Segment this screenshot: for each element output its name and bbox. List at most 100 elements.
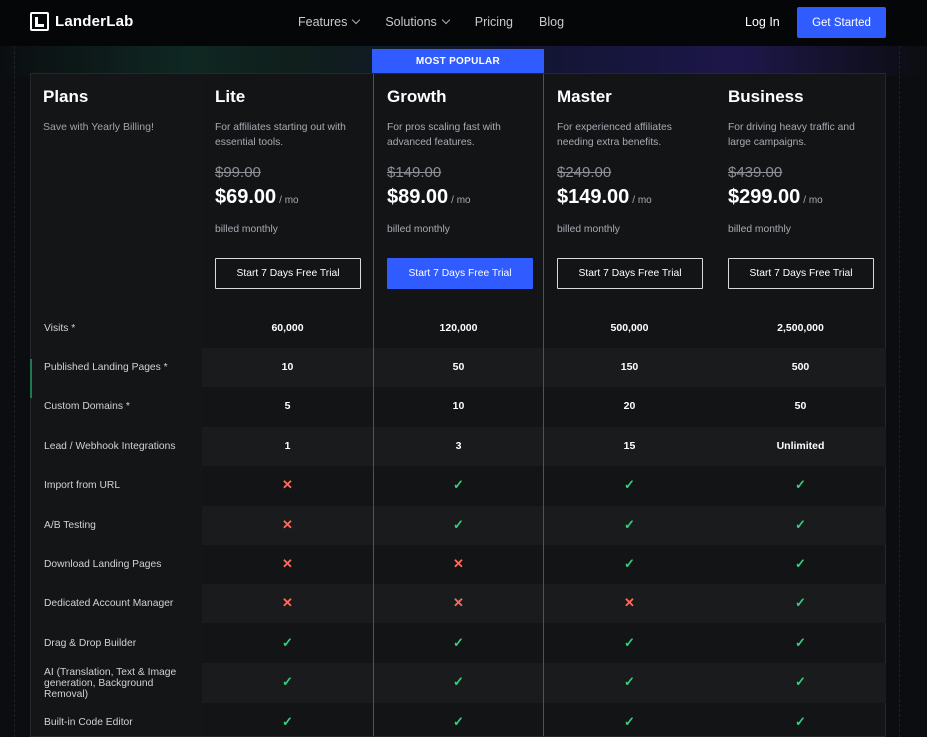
top-nav: LanderLab Features Solutions Pricing Blo… bbox=[0, 0, 927, 46]
check-icon: ✓ bbox=[795, 477, 806, 492]
feature-label: Import from URL bbox=[44, 480, 121, 491]
plan-name: Lite bbox=[215, 87, 246, 106]
plan-old-price: $149.00 bbox=[387, 164, 442, 181]
plan-billing-note: billed monthly bbox=[215, 224, 278, 235]
check-icon: ✓ bbox=[624, 714, 635, 729]
nav-pricing[interactable]: Pricing bbox=[475, 15, 513, 29]
login-link[interactable]: Log In bbox=[745, 15, 780, 29]
plan-price-period: / mo bbox=[803, 195, 823, 206]
feature-label: Lead / Webhook Integrations bbox=[44, 441, 176, 452]
check-icon: ✓ bbox=[453, 517, 464, 532]
start-trial-button[interactable]: Start 7 Days Free Trial bbox=[728, 258, 874, 289]
plan-price: $89.00/ mo bbox=[387, 186, 471, 209]
feature-value: 15 bbox=[623, 440, 636, 452]
nav-links: Features Solutions Pricing Blog bbox=[298, 15, 590, 29]
nav-blog-label: Blog bbox=[539, 15, 565, 29]
get-started-button[interactable]: Get Started bbox=[797, 7, 886, 38]
guide-line-left bbox=[14, 46, 15, 737]
nav-solutions[interactable]: Solutions bbox=[385, 15, 451, 29]
feature-value: Unlimited bbox=[776, 440, 825, 452]
nav-pricing-label: Pricing bbox=[474, 15, 513, 29]
plan-description: For experienced affiliates needing extra… bbox=[557, 122, 672, 148]
chevron-down-icon bbox=[441, 15, 451, 25]
plan-price-value: $299.00 bbox=[728, 186, 801, 208]
feature-value: 10 bbox=[281, 361, 294, 373]
plan-old-price: $249.00 bbox=[557, 164, 612, 181]
plans-subtitle: Save with Yearly Billing! bbox=[43, 121, 154, 133]
plan-description: For pros scaling fast with advanced feat… bbox=[387, 122, 501, 148]
feature-value: 60,000 bbox=[271, 322, 304, 334]
feature-label: Drag & Drop Builder bbox=[44, 638, 137, 649]
check-icon: ✓ bbox=[624, 556, 635, 571]
check-icon: ✓ bbox=[795, 635, 806, 650]
cross-icon: ✕ bbox=[282, 595, 293, 610]
plan-price-value: $69.00 bbox=[215, 186, 277, 208]
plan-billing-note: billed monthly bbox=[557, 224, 620, 235]
check-icon: ✓ bbox=[453, 635, 464, 650]
check-icon: ✓ bbox=[624, 635, 635, 650]
plan-name: Business bbox=[728, 87, 804, 106]
pricing-table: Plans Save with Yearly Billing! Lite For… bbox=[30, 73, 886, 737]
nav-solutions-label: Solutions bbox=[385, 15, 437, 29]
start-trial-button[interactable]: Start 7 Days Free Trial bbox=[215, 258, 361, 289]
nav-features[interactable]: Features bbox=[298, 15, 361, 29]
check-icon: ✓ bbox=[795, 517, 806, 532]
feature-value: 20 bbox=[623, 400, 636, 412]
plan-name: Master bbox=[557, 87, 612, 106]
plan-price: $69.00/ mo bbox=[215, 186, 299, 209]
plans-heading: Plans bbox=[43, 87, 89, 106]
check-icon: ✓ bbox=[795, 714, 806, 729]
check-icon: ✓ bbox=[795, 595, 806, 610]
plan-price-period: / mo bbox=[451, 195, 471, 206]
feature-value: 2,500,000 bbox=[777, 322, 824, 334]
logo-text: LanderLab bbox=[55, 13, 134, 30]
check-icon: ✓ bbox=[624, 477, 635, 492]
feature-value: 50 bbox=[794, 400, 807, 412]
plan-price-value: $149.00 bbox=[557, 186, 630, 208]
plan-billing-note: billed monthly bbox=[387, 224, 450, 235]
feature-label: Download Landing Pages bbox=[44, 559, 162, 570]
feature-value: 50 bbox=[452, 361, 465, 373]
check-icon: ✓ bbox=[795, 556, 806, 571]
feature-label: Built-in Code Editor bbox=[44, 717, 133, 728]
check-icon: ✓ bbox=[282, 674, 293, 689]
chevron-down-icon bbox=[352, 15, 361, 25]
feature-value: 3 bbox=[455, 440, 462, 452]
guide-line-right bbox=[899, 46, 900, 737]
plan-description: For driving heavy traffic and large camp… bbox=[728, 122, 855, 148]
cross-icon: ✕ bbox=[624, 595, 635, 610]
feature-label: A/B Testing bbox=[44, 520, 96, 531]
feature-label: Visits * bbox=[44, 323, 76, 334]
row-highlight-marker bbox=[30, 359, 32, 398]
plan-price-period: / mo bbox=[632, 195, 652, 206]
feature-label: Dedicated Account Manager bbox=[44, 598, 174, 609]
feature-label: Custom Domains * bbox=[44, 401, 130, 412]
cross-icon: ✕ bbox=[282, 517, 293, 532]
cross-icon: ✕ bbox=[453, 595, 464, 610]
cross-icon: ✕ bbox=[282, 477, 293, 492]
logo[interactable]: LanderLab bbox=[30, 12, 133, 31]
plan-price: $149.00/ mo bbox=[557, 186, 652, 209]
feature-value: 10 bbox=[452, 400, 465, 412]
plan-old-price: $439.00 bbox=[728, 164, 783, 181]
check-icon: ✓ bbox=[624, 517, 635, 532]
feature-label: Published Landing Pages * bbox=[44, 362, 168, 373]
plan-old-price: $99.00 bbox=[215, 164, 261, 181]
nav-blog[interactable]: Blog bbox=[539, 15, 564, 29]
check-icon: ✓ bbox=[453, 674, 464, 689]
plan-price-value: $89.00 bbox=[387, 186, 449, 208]
start-trial-button[interactable]: Start 7 Days Free Trial bbox=[387, 258, 533, 289]
plan-description: For affiliates starting out with essenti… bbox=[215, 122, 346, 148]
start-trial-button[interactable]: Start 7 Days Free Trial bbox=[557, 258, 703, 289]
feature-value: 500,000 bbox=[610, 322, 649, 334]
feature-label: AI (Translation, Text & Image generation… bbox=[44, 667, 177, 700]
plan-price: $299.00/ mo bbox=[728, 186, 823, 209]
check-icon: ✓ bbox=[624, 674, 635, 689]
feature-value: 120,000 bbox=[439, 322, 478, 334]
plan-name: Growth bbox=[387, 87, 447, 106]
check-icon: ✓ bbox=[453, 714, 464, 729]
logo-icon bbox=[30, 12, 49, 31]
cross-icon: ✕ bbox=[453, 556, 464, 571]
check-icon: ✓ bbox=[453, 477, 464, 492]
cross-icon: ✕ bbox=[282, 556, 293, 571]
